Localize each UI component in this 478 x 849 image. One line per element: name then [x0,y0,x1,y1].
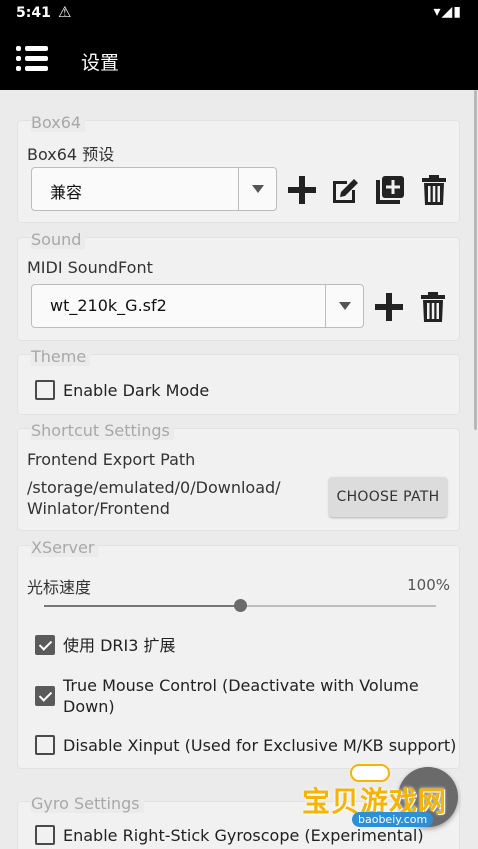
choose-path-button[interactable]: CHOOSE PATH [329,477,447,517]
true-mouse-option[interactable]: True Mouse Control (Deactivate with Volu… [35,675,445,719]
frontend-export-label: Frontend Export Path [27,450,196,469]
section-title: Box64 [31,113,86,132]
slider-thumb[interactable] [234,599,247,612]
section-title: Theme [31,347,91,366]
cursor-speed-slider[interactable] [44,599,436,613]
dark-mode-label: Enable Dark Mode [63,381,210,400]
status-time: 5:41 [16,5,51,21]
dark-mode-checkbox[interactable] [35,380,55,400]
copy-preset-button[interactable] [372,172,408,208]
settings-content[interactable]: Box64 Box64 预设 兼容 Sound MIDI SoundFont w… [0,90,478,849]
dri3-option[interactable]: 使用 DRI3 扩展 [35,635,435,657]
select-value: wt_210k_G.sf2 [50,296,167,315]
shortcut-section: Shortcut Settings Frontend Export Path /… [17,421,460,531]
frontend-export-path: /storage/emulated/0/Download/ [27,478,281,497]
section-title: Gyro Settings [31,794,144,813]
cursor-speed-value: 100% [407,576,450,594]
disable-xinput-checkbox[interactable] [35,735,55,755]
box64-preset-label: Box64 预设 [27,145,115,164]
right-stick-gyro-checkbox[interactable] [35,825,55,845]
delete-soundfont-button[interactable] [415,289,451,325]
true-mouse-label-cont: Down) [63,697,115,716]
edit-preset-button[interactable] [328,172,364,208]
true-mouse-checkbox[interactable] [35,686,55,706]
box64-preset-select[interactable]: 兼容 [31,167,277,211]
dri3-label: 使用 DRI3 扩展 [63,636,176,655]
chevron-down-icon [325,285,363,327]
sound-section: Sound MIDI SoundFont wt_210k_G.sf2 [17,230,460,341]
select-value: 兼容 [50,183,83,202]
add-preset-button[interactable] [284,172,320,208]
xserver-section: XServer 光标速度 100% 使用 DRI3 扩展 True Mouse … [17,538,460,769]
warning-triangle-icon: ⚠ [58,3,72,21]
section-title: Shortcut Settings [31,421,174,440]
dark-mode-option[interactable]: Enable Dark Mode [35,380,435,402]
soundfont-label: MIDI SoundFont [27,258,153,277]
right-stick-gyro-label: Enable Right-Stick Gyroscope (Experiment… [63,826,424,845]
section-title: XServer [31,538,99,557]
add-soundfont-button[interactable] [371,289,407,325]
frontend-export-path-cont: Winlator/Frontend [27,499,170,518]
watermark: 宝贝游戏网 baobeiy.com [302,758,452,828]
delete-preset-button[interactable] [416,172,452,208]
disable-xinput-option[interactable]: Disable Xinput (Used for Exclusive M/KB … [35,735,457,757]
box64-section: Box64 Box64 预设 兼容 [17,113,460,223]
slider-fill [44,605,240,607]
status-icons: ▾◢▮ [433,4,462,20]
true-mouse-label: True Mouse Control (Deactivate with Volu… [63,676,419,695]
page-title: 设置 [81,52,120,74]
chevron-down-icon [238,168,276,210]
theme-section: Theme Enable Dark Mode [17,347,460,415]
section-title: Sound [31,230,86,249]
scrollbar[interactable] [474,90,477,430]
status-bar: 5:41 ⚠ ▾◢▮ [0,0,478,28]
watermark-sub: baobeiy.com [352,812,434,827]
dri3-checkbox[interactable] [35,635,55,655]
hamburger-menu-icon[interactable] [16,46,48,72]
disable-xinput-label: Disable Xinput (Used for Exclusive M/KB … [63,736,457,755]
app-bar: 设置 [0,28,478,90]
right-stick-gyro-option[interactable]: Enable Right-Stick Gyroscope (Experiment… [35,825,455,847]
cursor-speed-label: 光标速度 [27,578,92,597]
soundfont-select[interactable]: wt_210k_G.sf2 [31,284,364,328]
